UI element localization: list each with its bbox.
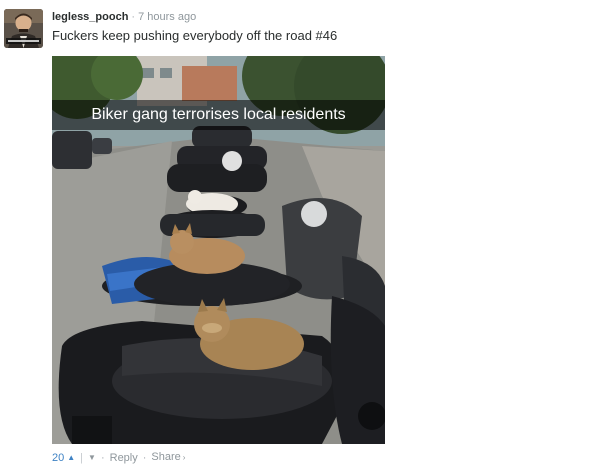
embedded-image[interactable]: Biker gang terrorises local residents [52, 56, 385, 444]
share-label: Share [151, 451, 181, 463]
share-button[interactable]: Share › [151, 450, 185, 465]
vote-divider: | [80, 451, 84, 464]
comment-header: legless_pooch · 7 hours ago [52, 10, 196, 24]
username-link[interactable]: legless_pooch [52, 11, 128, 23]
footer-separator: · [142, 451, 147, 464]
comment-message: Fuckers keep pushing everybody off the r… [52, 28, 338, 43]
avatar-image [4, 9, 43, 48]
reply-button[interactable]: Reply [110, 451, 138, 465]
footer-separator: · [100, 451, 105, 464]
upvote-icon[interactable]: ▲ [67, 451, 75, 465]
timestamp-link[interactable]: 7 hours ago [138, 11, 196, 23]
header-separator: · [131, 11, 136, 23]
downvote-icon[interactable]: ▼ [88, 451, 96, 465]
comment-card: legless_pooch · 7 hours ago Fuckers keep p… [0, 0, 600, 468]
comment-footer: 20 ▲ | ▼ · Reply · Share › [52, 450, 185, 465]
image-caption: Biker gang terrorises local residents [52, 100, 385, 130]
avatar[interactable] [4, 9, 43, 48]
chevron-right-icon: › [182, 453, 186, 462]
vote-count: 20 [52, 451, 65, 464]
